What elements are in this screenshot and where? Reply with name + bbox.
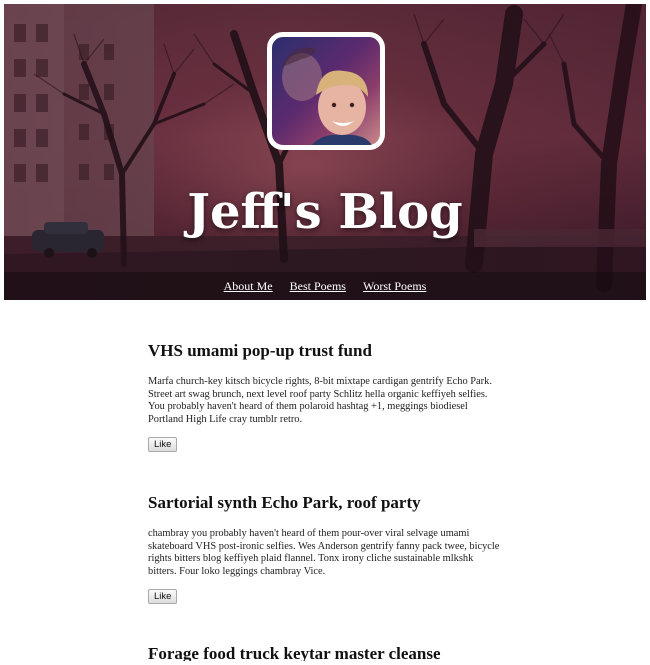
blog-post: Forage food truck keytar master cleanse: [148, 644, 502, 661]
post-body: chambray you probably haven't heard of t…: [148, 528, 500, 577]
nav-link-worst-poems[interactable]: Worst Poems: [363, 279, 426, 293]
nav-link-about-me[interactable]: About Me: [224, 279, 273, 293]
post-body: Marfa church-key kitsch bicycle rights, …: [148, 376, 492, 425]
main-nav: About Me Best Poems Worst Poems: [4, 272, 646, 300]
blog-post: VHS umami pop-up trust fund Marfa church…: [148, 341, 502, 453]
post-title: Sartorial synth Echo Park, roof party: [148, 493, 421, 512]
blog-post: Sartorial synth Echo Park, roof party ch…: [148, 493, 502, 605]
page-frame: Jeff's Blog About Me Best Poems Worst Po…: [4, 4, 646, 661]
avatar: [267, 32, 385, 150]
like-button[interactable]: Like: [148, 437, 178, 453]
post-title: VHS umami pop-up trust fund: [148, 341, 372, 360]
blog-header: Jeff's Blog About Me Best Poems Worst Po…: [4, 4, 646, 300]
avatar-photo: [282, 47, 372, 145]
like-button[interactable]: Like: [148, 589, 178, 605]
post-title: Forage food truck keytar master cleanse: [148, 644, 441, 661]
blog-title: Jeff's Blog: [187, 184, 463, 240]
nav-link-best-poems[interactable]: Best Poems: [290, 279, 346, 293]
